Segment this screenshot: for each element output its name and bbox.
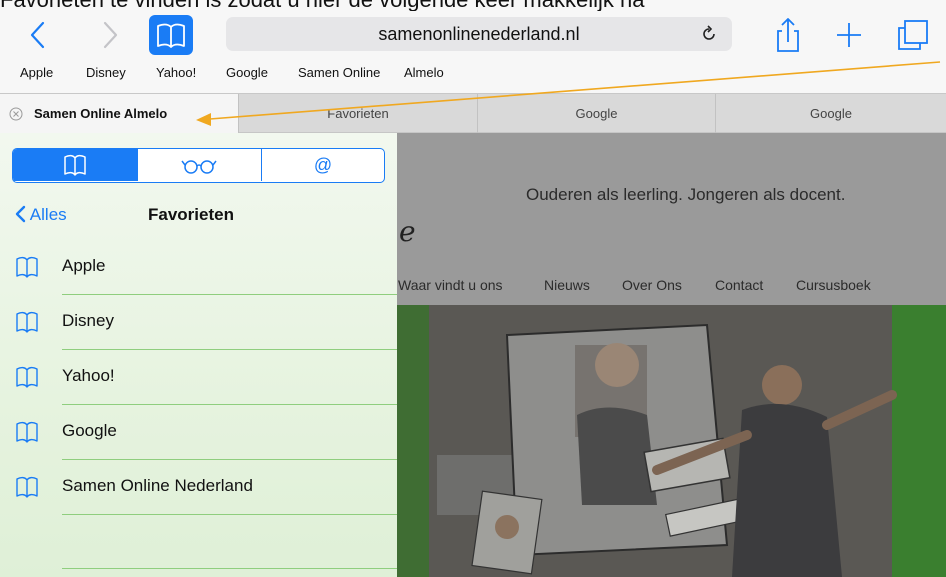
annotation-arrow <box>196 61 941 126</box>
screenshot: Favorieten te vinden is zodat u hier de … <box>0 0 946 577</box>
